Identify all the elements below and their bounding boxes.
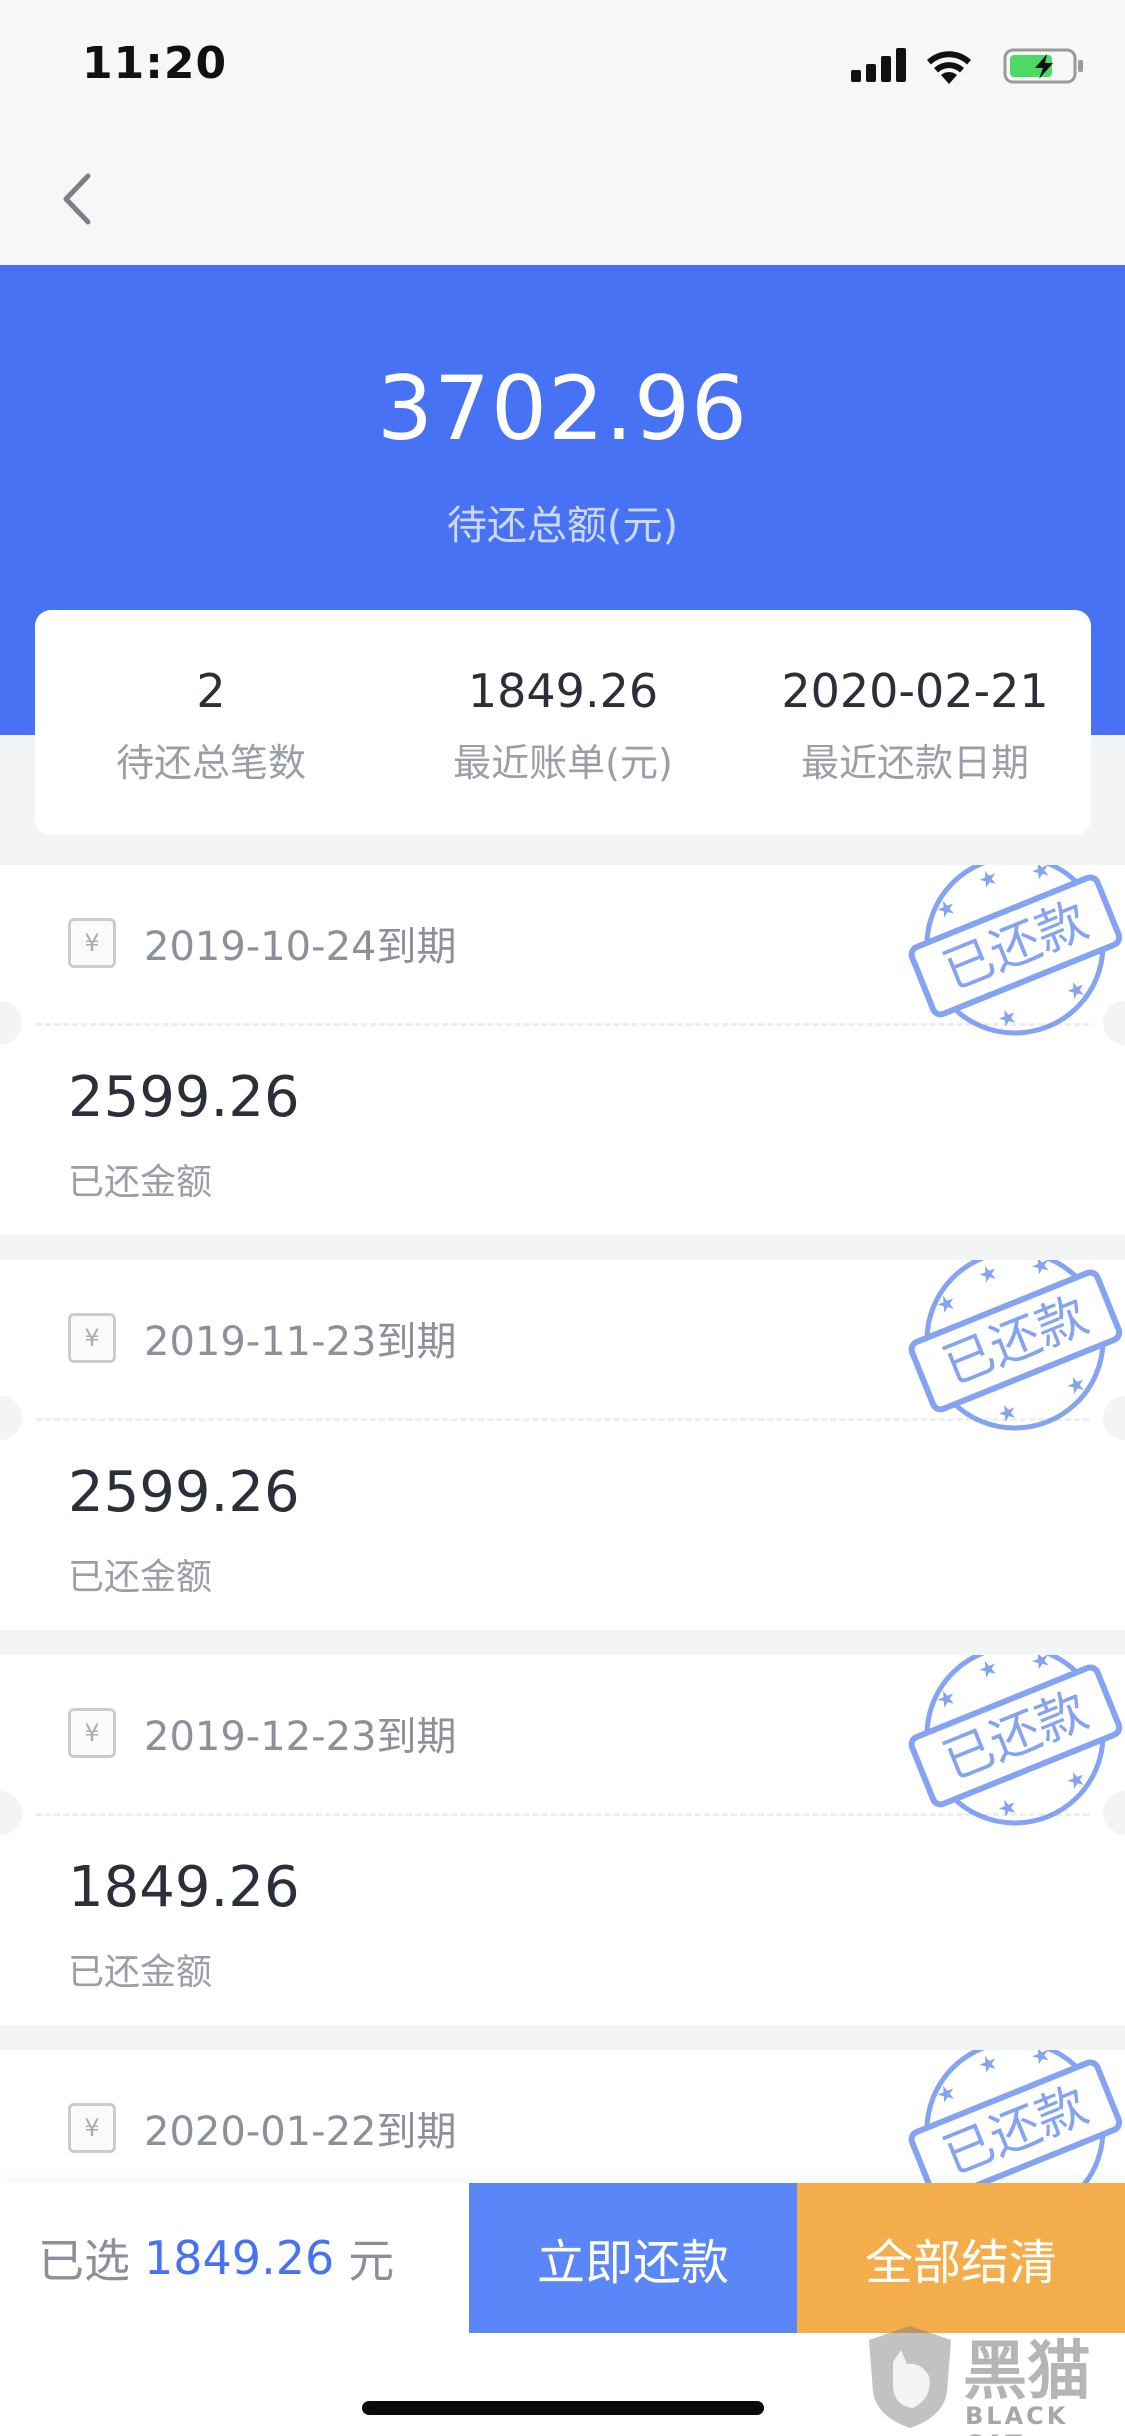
bill-header: ¥ 2019-12-23到期 bbox=[68, 1705, 456, 1761]
bill-amount: 2599.26 bbox=[68, 1065, 300, 1130]
receipt-icon: ¥ bbox=[68, 918, 116, 968]
status-bar: 11:20 bbox=[0, 0, 1125, 132]
paid-stamp-icon: 已还款 ★ ★ ★ ★ ★ bbox=[908, 865, 1123, 1036]
svg-text:★: ★ bbox=[1027, 865, 1055, 887]
summary-label: 最近还款日期 bbox=[800, 741, 1029, 785]
svg-text:★: ★ bbox=[1063, 976, 1091, 1007]
nav-bar bbox=[0, 132, 1125, 265]
svg-text:★: ★ bbox=[933, 1684, 961, 1715]
total-due-label: 待还总额(元) bbox=[446, 503, 679, 549]
selected-suffix: 元 bbox=[348, 2234, 395, 2288]
home-indicator[interactable] bbox=[362, 2401, 764, 2415]
bill-header: ¥ 2019-11-23到期 bbox=[68, 1310, 456, 1366]
receipt-icon: ¥ bbox=[68, 1313, 116, 1363]
summary-pending-count: 2 待还总笔数 bbox=[35, 610, 387, 835]
summary-label: 待还总笔数 bbox=[115, 741, 306, 785]
svg-text:★: ★ bbox=[933, 2079, 961, 2110]
bill-due-date: 2019-10-24到期 bbox=[144, 924, 457, 970]
bill-header: ¥ 2019-10-24到期 bbox=[68, 915, 456, 971]
paid-stamp-icon: 已还款 ★ ★ ★ ★ ★ bbox=[908, 1260, 1123, 1431]
pay-now-button[interactable]: 立即还款 bbox=[469, 2183, 797, 2333]
selected-prefix: 已选 bbox=[38, 2234, 130, 2288]
bill-amount: 1849.26 bbox=[68, 1855, 300, 1920]
bill-amount: 2599.26 bbox=[68, 1460, 300, 1525]
svg-text:★: ★ bbox=[933, 894, 961, 925]
selected-amount: 1849.26 bbox=[144, 2231, 335, 2285]
cat-shield-logo-icon bbox=[869, 2326, 951, 2428]
summary-latest-due-date: 2020-02-21 最近还款日期 bbox=[739, 610, 1091, 835]
summary-latest-bill: 1849.26 最近账单(元) bbox=[387, 610, 739, 835]
paid-stamp-icon: 已还款 ★ ★ ★ ★ ★ bbox=[908, 1655, 1123, 1826]
watermark-text-en: BLACK CAT bbox=[965, 2402, 1069, 2436]
watermark-text-cn: 黑猫 bbox=[963, 2335, 1091, 2409]
bill-header: ¥ 2020-01-22到期 bbox=[68, 2100, 456, 2156]
status-time: 11:20 bbox=[82, 38, 228, 89]
bill-card[interactable]: ¥ 2019-11-23到期 2599.26 已还金额 已还款 ★ ★ ★ ★ … bbox=[0, 1260, 1125, 1630]
bill-amount-label: 已还金额 bbox=[68, 1162, 213, 1203]
svg-text:★: ★ bbox=[975, 865, 1003, 895]
bill-due-date: 2019-12-23到期 bbox=[144, 1714, 457, 1760]
summary-label: 最近账单(元) bbox=[453, 741, 673, 785]
summary-card: 2 待还总笔数 1849.26 最近账单(元) 2020-02-21 最近还款日… bbox=[35, 610, 1091, 835]
bill-due-date: 2020-01-22到期 bbox=[144, 2109, 457, 2155]
svg-text:★: ★ bbox=[975, 1655, 1003, 1685]
svg-text:★: ★ bbox=[1063, 1371, 1091, 1402]
cellular-signal-icon bbox=[851, 46, 907, 82]
summary-value: 2 bbox=[196, 664, 226, 718]
svg-text:★: ★ bbox=[975, 1260, 1003, 1290]
selected-amount-summary: 已选 1849.26 元 bbox=[0, 2183, 469, 2333]
back-arrow-icon[interactable] bbox=[50, 166, 110, 232]
settle-all-button[interactable]: 全部结清 bbox=[797, 2183, 1125, 2333]
svg-text:★: ★ bbox=[933, 1289, 961, 1320]
svg-text:★: ★ bbox=[975, 2050, 1003, 2080]
receipt-icon: ¥ bbox=[68, 1708, 116, 1758]
bill-amount-label: 已还金额 bbox=[68, 1557, 213, 1598]
battery-charging-icon bbox=[1003, 48, 1083, 84]
svg-text:★: ★ bbox=[1027, 1260, 1055, 1282]
svg-text:★: ★ bbox=[1027, 1655, 1055, 1677]
card-notch bbox=[0, 1791, 22, 1835]
action-bar: 已选 1849.26 元 立即还款 全部结清 bbox=[0, 2183, 1125, 2333]
summary-value: 1849.26 bbox=[467, 664, 659, 718]
summary-value: 2020-02-21 bbox=[781, 664, 1049, 718]
svg-text:★: ★ bbox=[1027, 2050, 1055, 2072]
wifi-icon bbox=[927, 51, 971, 84]
svg-text:★: ★ bbox=[1063, 1766, 1091, 1797]
bill-card[interactable]: ¥ 2019-10-24到期 2599.26 已还金额 已还款 ★ ★ ★ ★ … bbox=[0, 865, 1125, 1235]
bill-due-date: 2019-11-23到期 bbox=[144, 1319, 457, 1365]
bill-card[interactable]: ¥ 2019-12-23到期 1849.26 已还金额 已还款 ★ ★ ★ ★ … bbox=[0, 1655, 1125, 2025]
status-icons bbox=[825, 46, 1085, 86]
bill-amount-label: 已还金额 bbox=[68, 1952, 213, 1993]
black-cat-watermark: 黑猫 BLACK CAT bbox=[855, 2318, 1125, 2436]
total-due-amount: 3702.96 bbox=[377, 357, 748, 460]
card-notch bbox=[0, 1396, 22, 1440]
receipt-icon: ¥ bbox=[68, 2103, 116, 2153]
card-notch bbox=[0, 1001, 22, 1045]
